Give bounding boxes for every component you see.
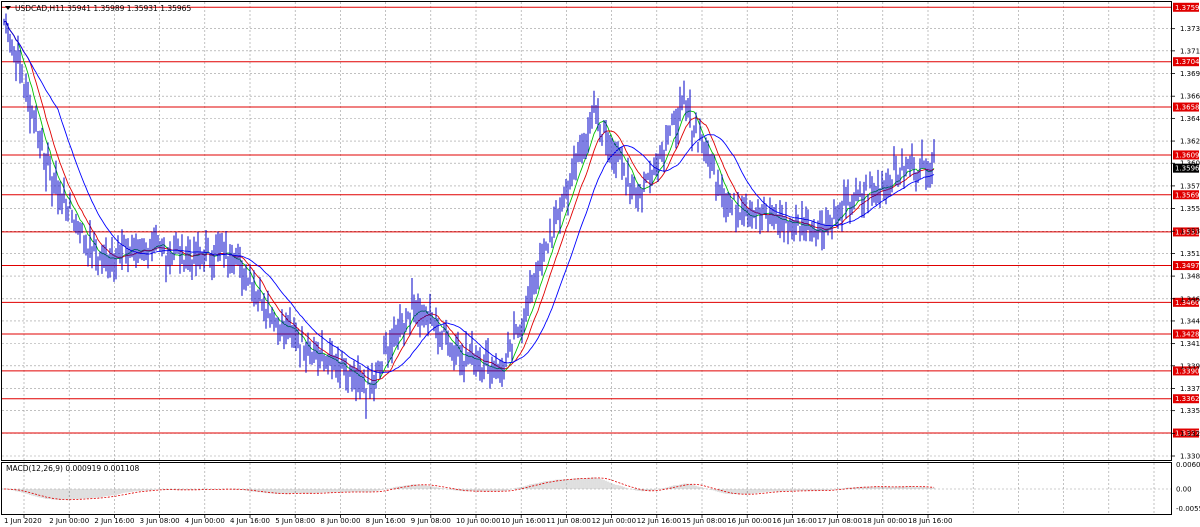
x-tick-label: 17 Jun 08:00 — [818, 517, 862, 525]
x-tick-label: 15 Jun 08:00 — [682, 517, 726, 525]
x-tick-label: 18 Jun 00:00 — [863, 517, 907, 525]
macd-title: MACD(12,26,9) 0.000919 0.001108 — [6, 464, 140, 473]
x-tick-label: 1 Jun 2020 — [4, 517, 42, 525]
macd-tick-label: 0.00 — [1176, 486, 1192, 494]
level-price-label: 1.36585 — [1175, 104, 1200, 112]
x-tick-label: 3 Jun 08:00 — [140, 517, 180, 525]
y-tick-label: 1.34640 — [1180, 295, 1200, 303]
y-tick-label: 1.33730 — [1180, 385, 1200, 393]
level-price-label: 1.34282 — [1175, 331, 1200, 339]
x-tick-label: 2 Jun 00:00 — [49, 517, 89, 525]
x-tick-label: 11 Jun 08:00 — [546, 517, 590, 525]
x-tick-label: 8 Jun 16:00 — [366, 517, 406, 525]
x-tick-label: 16 Jun 16:00 — [772, 517, 816, 525]
level-price-label: 1.35695 — [1175, 191, 1200, 199]
y-tick-label: 1.33960 — [1180, 362, 1200, 370]
x-tick-label: 4 Jun 16:00 — [230, 517, 270, 525]
x-tick-label: 12 Jun 00:00 — [592, 517, 636, 525]
price-chart[interactable]: 1.37597 1.37045 1.36585 1.36099 1.35695 1.353… — [0, 0, 1200, 527]
macd-chart-frame — [1, 462, 1172, 515]
y-tick-label: 1.36695 — [1180, 93, 1200, 101]
y-tick-label: 1.34185 — [1180, 340, 1200, 348]
x-tick-label: 18 Jun 16:00 — [908, 517, 952, 525]
y-tick-label: 1.36925 — [1180, 70, 1200, 78]
level-price-label: 1.33626 — [1175, 395, 1200, 403]
y-tick-label: 1.33275 — [1180, 430, 1200, 438]
level-price-label: 1.34977 — [1175, 262, 1200, 270]
x-tick-label: 12 Jun 16:00 — [637, 517, 681, 525]
y-tick-label: 1.35555 — [1180, 205, 1200, 213]
y-tick-label: 1.37155 — [1180, 47, 1200, 55]
macd-tick-label: -0.0055 — [1176, 505, 1200, 513]
y-tick-label: 1.35785 — [1180, 182, 1200, 190]
symbol-title: USDCAD,H1 — [15, 4, 60, 13]
y-tick-label: 1.37380 — [1180, 25, 1200, 33]
x-tick-label: 10 Jun 00:00 — [456, 517, 500, 525]
x-tick-label: 9 Jun 08:00 — [411, 517, 451, 525]
y-tick-label: 1.36240 — [1180, 138, 1200, 146]
y-tick-label: 1.34870 — [1180, 273, 1200, 281]
time-axis[interactable]: 1 Jun 2020 2 Jun 00:00 2 Jun 16:00 3 Jun 08… — [4, 514, 952, 525]
level-price-label: 1.37597 — [1175, 4, 1200, 12]
y-tick-label: 1.33045 — [1180, 453, 1200, 461]
x-tick-label: 2 Jun 16:00 — [94, 517, 134, 525]
y-tick-label: 1.35325 — [1180, 228, 1200, 236]
x-tick-label: 8 Jun 00:00 — [320, 517, 360, 525]
y-tick-label: 1.36470 — [1180, 115, 1200, 123]
x-tick-label: 10 Jun 16:00 — [501, 517, 545, 525]
ohlc-values: 1.35941 1.35989 1.35931 1.35965 — [60, 4, 191, 13]
y-tick-label: 1.35100 — [1180, 250, 1200, 258]
level-price-label: 1.36099 — [1175, 151, 1200, 159]
macd-tick-label: 0.006051 — [1176, 461, 1200, 469]
x-tick-label: 16 Jun 00:00 — [727, 517, 771, 525]
y-tick-label: 1.36015 — [1180, 160, 1200, 168]
chart-title: USDCAD,H1 1.35941 1.35989 1.35931 1.3596… — [5, 4, 191, 13]
x-tick-label: 4 Jun 00:00 — [185, 517, 225, 525]
x-tick-label: 5 Jun 08:00 — [275, 517, 315, 525]
y-tick-label: 1.33505 — [1180, 407, 1200, 415]
level-price-label: 1.37045 — [1175, 58, 1200, 66]
y-tick-label: 1.34415 — [1180, 317, 1200, 325]
